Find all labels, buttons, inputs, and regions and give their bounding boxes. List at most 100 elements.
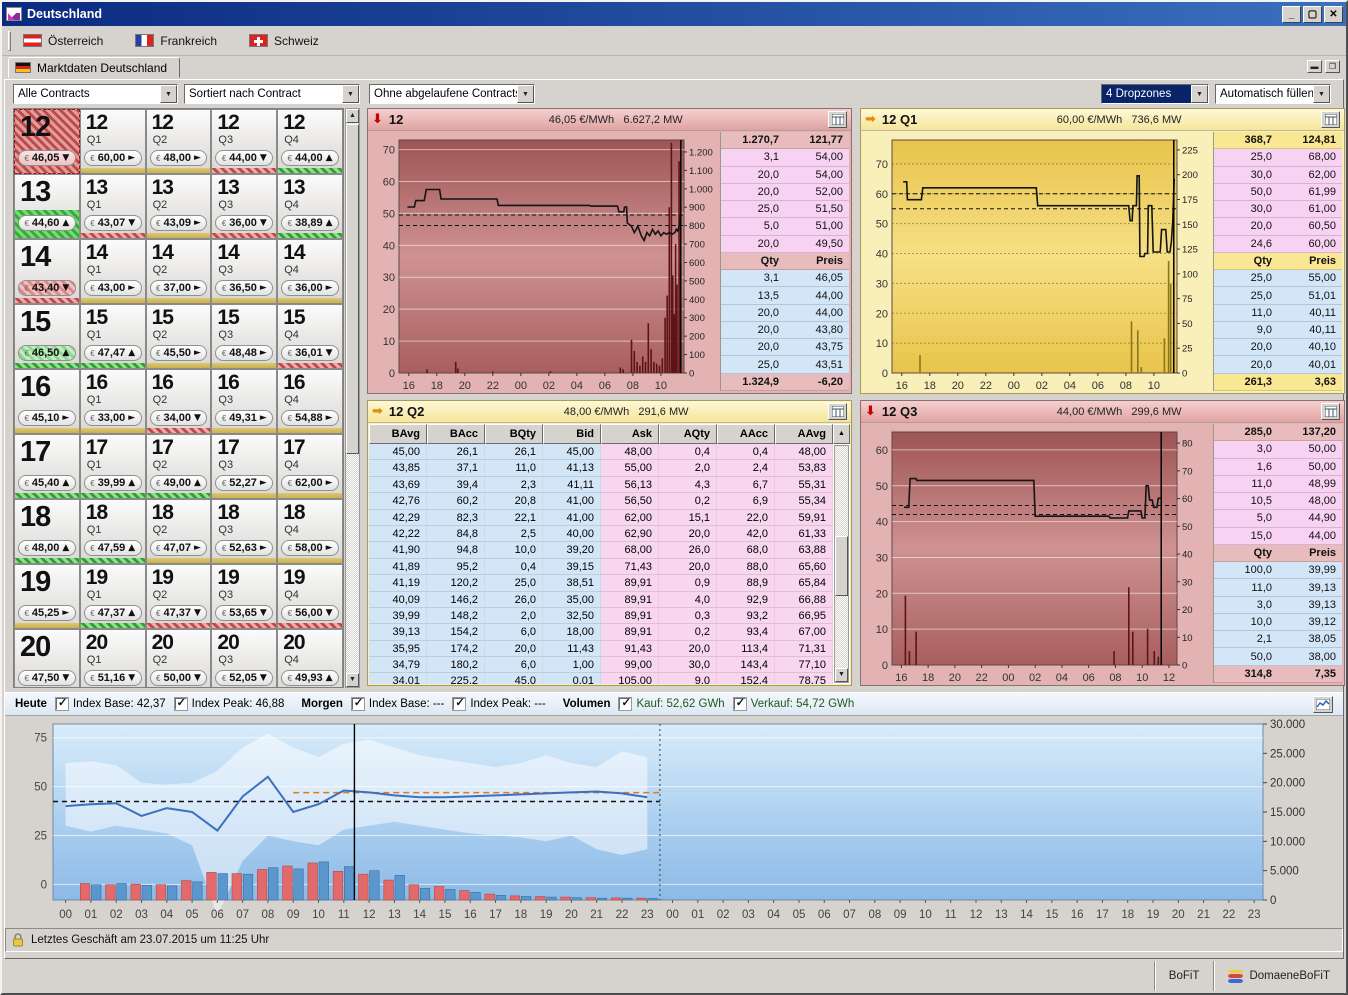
sort-dropdown[interactable]: Sortiert nach Contract ▼ bbox=[184, 84, 360, 104]
contract-tile-17-q1[interactable]: 17Q1€39,99▲ bbox=[80, 434, 146, 499]
bid-row[interactable]: 100,039,99 bbox=[1214, 562, 1342, 579]
close-icon[interactable]: ✕ bbox=[1324, 6, 1343, 23]
bid-row[interactable]: 9,040,11 bbox=[1214, 322, 1342, 339]
column-header-bqty[interactable]: BQty bbox=[485, 424, 543, 444]
bid-row[interactable]: 25,043,51 bbox=[721, 356, 849, 373]
ask-row[interactable]: 20,054,00 bbox=[721, 167, 849, 184]
chevron-down-icon[interactable]: ▼ bbox=[517, 85, 534, 103]
scrollbar-thumb[interactable] bbox=[835, 536, 848, 596]
chevron-down-icon[interactable]: ▼ bbox=[1313, 85, 1330, 103]
contract-tile-13[interactable]: 13€44,60▲ bbox=[14, 174, 80, 239]
contract-tile-18[interactable]: 18€48,00▲ bbox=[14, 499, 80, 564]
depth-row[interactable]: 42,7660,220,841,0056,500,26,955,34 bbox=[369, 493, 833, 509]
contract-tile-12-q1[interactable]: 12Q1€60,00► bbox=[80, 109, 146, 174]
contract-tile-19-q1[interactable]: 19Q1€47,37▲ bbox=[80, 564, 146, 629]
depth-row[interactable]: 41,9094,810,039,2068,0026,068,063,88 bbox=[369, 542, 833, 558]
scrollbar-thumb[interactable] bbox=[346, 124, 359, 454]
contract-tile-17-q3[interactable]: 17Q3€52,27► bbox=[211, 434, 277, 499]
dropzone-12-q3[interactable]: ⬇12 Q344,00 €/MWh 299,6 MW01020304050600… bbox=[860, 400, 1345, 686]
chevron-down-icon[interactable]: ▼ bbox=[1191, 85, 1208, 103]
ask-row[interactable]: 15,044,00 bbox=[1214, 528, 1342, 545]
bid-row[interactable]: 25,051,01 bbox=[1214, 287, 1342, 304]
expired-filter-dropdown[interactable]: Ohne abgelaufene Contracts ▼ bbox=[369, 84, 535, 104]
contract-tile-18-q2[interactable]: 18Q2€47,07► bbox=[146, 499, 212, 564]
depth-row[interactable]: 41,19120,225,038,5189,910,988,965,84 bbox=[369, 575, 833, 591]
collapse-pane-icon[interactable]: ▬ bbox=[1307, 60, 1322, 73]
contract-tile-17-q4[interactable]: 17Q4€62,00► bbox=[277, 434, 343, 499]
depth-row[interactable]: 39,13154,26,018,0089,910,293,467,00 bbox=[369, 624, 833, 640]
bid-row[interactable]: 3,039,13 bbox=[1214, 597, 1342, 614]
contract-tile-19-q3[interactable]: 19Q3€53,65▼ bbox=[211, 564, 277, 629]
checkbox[interactable] bbox=[175, 698, 187, 710]
ask-row[interactable]: 11,048,99 bbox=[1214, 476, 1342, 493]
depth-row[interactable]: 34,79180,26,01,0099,0030,0143,477,10 bbox=[369, 657, 833, 673]
contract-tile-13-q2[interactable]: 13Q2€43,09► bbox=[146, 174, 212, 239]
restore-pane-icon[interactable]: ❐ bbox=[1325, 60, 1340, 73]
contract-tile-18-q1[interactable]: 18Q1€47,59▲ bbox=[80, 499, 146, 564]
dropzone-12[interactable]: ⬇1246,05 €/MWh 6.627,2 MW010203040506070… bbox=[367, 108, 852, 394]
depth-table-scrollbar[interactable]: ▼ bbox=[834, 445, 849, 683]
bid-row[interactable]: 20,044,00 bbox=[721, 305, 849, 322]
depth-row[interactable]: 39,99148,22,032,5089,910,393,266,95 bbox=[369, 608, 833, 624]
contract-tile-19-q4[interactable]: 19Q4€56,00▼ bbox=[277, 564, 343, 629]
contract-tile-18-q4[interactable]: 18Q4€58,00► bbox=[277, 499, 343, 564]
contract-tile-16-q1[interactable]: 16Q1€33,00► bbox=[80, 369, 146, 434]
contract-tile-14[interactable]: 14€43,40▼ bbox=[14, 239, 80, 304]
contract-grid-scrollbar[interactable]: ▲ ▼ bbox=[345, 108, 360, 688]
column-header-aavg[interactable]: AAvg bbox=[775, 424, 833, 444]
view-toggle-icon[interactable] bbox=[828, 111, 847, 128]
ask-row[interactable]: 5,044,90 bbox=[1214, 510, 1342, 527]
scroll-up-icon[interactable]: ▲ bbox=[346, 109, 359, 123]
dropzones-dropdown[interactable]: 4 Dropzones ▼ bbox=[1101, 84, 1209, 104]
book-column-header[interactable]: QtyPreis bbox=[1214, 545, 1342, 562]
contract-tile-15-q4[interactable]: 15Q4€36,01▼ bbox=[277, 304, 343, 369]
panel-header[interactable]: ⬇12 Q344,00 €/MWh 299,6 MW bbox=[861, 401, 1344, 423]
contract-tile-12[interactable]: 12€46,05▼ bbox=[14, 109, 80, 174]
ask-row[interactable]: 20,049,50 bbox=[721, 236, 849, 253]
contract-tile-16-q3[interactable]: 16Q3€49,31► bbox=[211, 369, 277, 434]
chevron-down-icon[interactable]: ▼ bbox=[160, 85, 177, 103]
bid-row[interactable]: 20,043,80 bbox=[721, 322, 849, 339]
contract-tile-14-q3[interactable]: 14Q3€36,50► bbox=[211, 239, 277, 304]
index-chart-icon[interactable] bbox=[1313, 696, 1333, 713]
ask-row[interactable]: 3,154,00 bbox=[721, 149, 849, 166]
contracts-filter-dropdown[interactable]: Alle Contracts ▼ bbox=[13, 84, 178, 104]
contract-tile-16[interactable]: 16€45,10► bbox=[14, 369, 80, 434]
book-totals-top[interactable]: 285,0137,20 bbox=[1214, 424, 1342, 441]
scroll-up-icon[interactable]: ▲ bbox=[833, 424, 850, 444]
contract-tile-15-q1[interactable]: 15Q1€47,47▲ bbox=[80, 304, 146, 369]
ask-row[interactable]: 25,068,00 bbox=[1214, 149, 1342, 166]
ask-row[interactable]: 25,051,50 bbox=[721, 201, 849, 218]
bid-row[interactable]: 2,138,05 bbox=[1214, 631, 1342, 648]
ask-row[interactable]: 10,548,00 bbox=[1214, 493, 1342, 510]
ask-row[interactable]: 24,660,00 bbox=[1214, 236, 1342, 253]
toolbar-grip[interactable] bbox=[8, 31, 11, 51]
dropzone-12-q2[interactable]: ➡12 Q248,00 €/MWh 291,6 MWBAvgBAccBQtyBi… bbox=[367, 400, 852, 686]
bid-row[interactable]: 11,039,13 bbox=[1214, 579, 1342, 596]
bid-row[interactable]: 3,146,05 bbox=[721, 270, 849, 287]
tab-marktdaten-deutschland[interactable]: Marktdaten Deutschland bbox=[8, 57, 180, 78]
checkbox[interactable] bbox=[734, 698, 746, 710]
book-totals-bottom[interactable]: 261,33,63 bbox=[1214, 374, 1342, 391]
ask-row[interactable]: 30,062,00 bbox=[1214, 167, 1342, 184]
bid-row[interactable]: 20,043,75 bbox=[721, 339, 849, 356]
contract-tile-13-q3[interactable]: 13Q3€36,00▼ bbox=[211, 174, 277, 239]
bid-row[interactable]: 10,039,12 bbox=[1214, 614, 1342, 631]
column-header-aqty[interactable]: AQty bbox=[659, 424, 717, 444]
contract-tile-12-q2[interactable]: 12Q2€48,00► bbox=[146, 109, 212, 174]
country-button-frankreich[interactable]: Frankreich bbox=[128, 30, 228, 52]
contract-tile-20-q1[interactable]: 20Q1€51,16▼ bbox=[80, 629, 146, 688]
contract-tile-12-q3[interactable]: 12Q3€44,00▼ bbox=[211, 109, 277, 174]
scroll-down-icon[interactable]: ▼ bbox=[835, 668, 848, 682]
contract-tile-16-q4[interactable]: 16Q4€54,88► bbox=[277, 369, 343, 434]
book-totals-bottom[interactable]: 314,87,35 bbox=[1214, 666, 1342, 683]
depth-row[interactable]: 41,8995,20,439,1571,4320,088,065,60 bbox=[369, 559, 833, 575]
depth-row[interactable]: 34,01225,245,00,01105,009,0152,478,75 bbox=[369, 673, 833, 684]
depth-row[interactable]: 42,2284,82,540,0062,9020,042,061,33 bbox=[369, 526, 833, 542]
depth-row[interactable]: 43,8537,111,041,1355,002,02,453,83 bbox=[369, 460, 833, 476]
contract-tile-15-q3[interactable]: 15Q3€48,48► bbox=[211, 304, 277, 369]
ask-row[interactable]: 5,051,00 bbox=[721, 218, 849, 235]
panel-header[interactable]: ⬇1246,05 €/MWh 6.627,2 MW bbox=[368, 109, 851, 131]
view-toggle-icon[interactable] bbox=[1321, 403, 1340, 420]
contract-tile-13-q1[interactable]: 13Q1€43,07▼ bbox=[80, 174, 146, 239]
